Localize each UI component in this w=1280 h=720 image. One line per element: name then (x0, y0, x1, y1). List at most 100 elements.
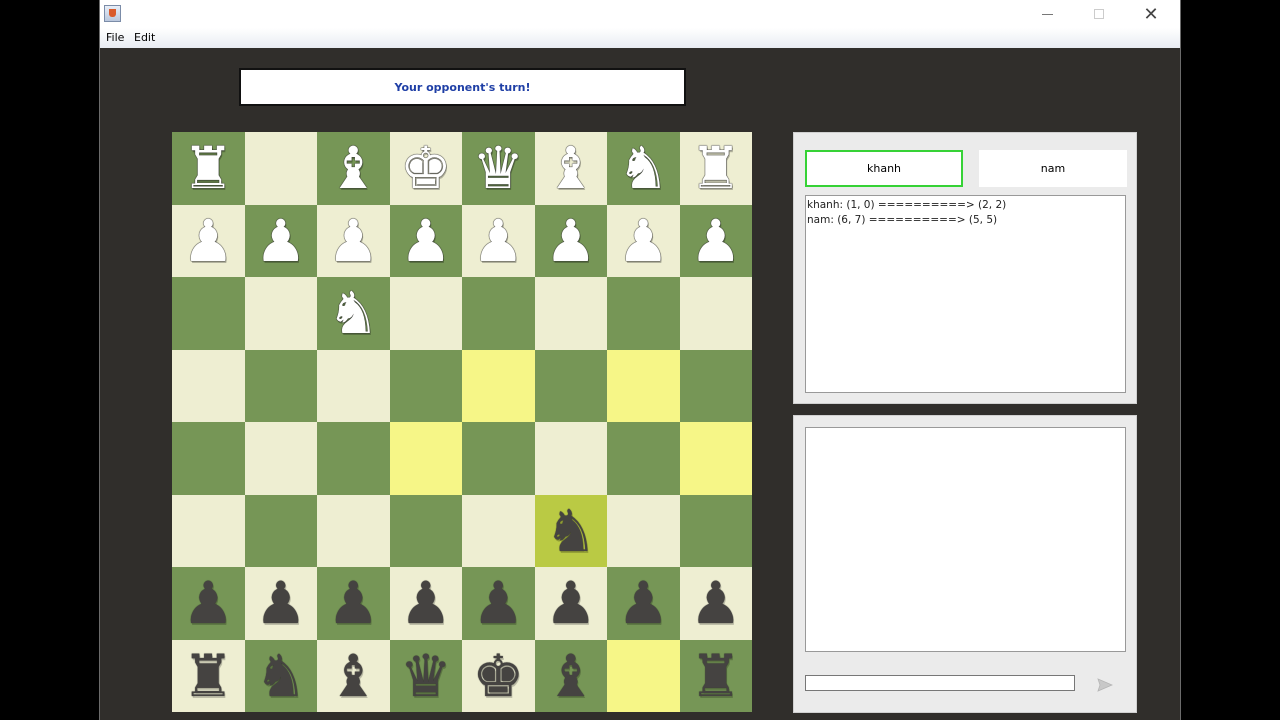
board-square[interactable]: ♞ (607, 132, 680, 205)
player-1-tab[interactable]: khanh (805, 150, 963, 187)
board-square[interactable]: ♜ (172, 132, 245, 205)
white-pawn-icon[interactable]: ♟ (690, 212, 742, 270)
board-square[interactable] (679, 277, 752, 350)
board-square[interactable]: ♛ (389, 639, 462, 712)
board-square[interactable]: ♟ (389, 204, 462, 277)
black-pawn-icon[interactable]: ♟ (690, 574, 742, 632)
black-bishop-icon[interactable]: ♝ (545, 647, 597, 705)
black-rook-icon[interactable]: ♜ (690, 647, 742, 705)
board-square[interactable] (244, 349, 317, 422)
board-square[interactable]: ♝ (317, 132, 390, 205)
board-square[interactable] (172, 277, 245, 350)
board-square[interactable]: ♞ (534, 494, 607, 567)
board-square[interactable]: ♟ (534, 204, 607, 277)
board-square[interactable]: ♜ (172, 639, 245, 712)
black-pawn-icon[interactable]: ♟ (255, 574, 307, 632)
black-bishop-icon[interactable]: ♝ (327, 647, 379, 705)
board-square[interactable]: ♚ (462, 639, 535, 712)
board-square[interactable] (679, 494, 752, 567)
board-square[interactable] (462, 277, 535, 350)
board-square[interactable]: ♞ (244, 639, 317, 712)
board-square[interactable] (244, 422, 317, 495)
board-square[interactable]: ♟ (244, 567, 317, 640)
board-square[interactable] (389, 422, 462, 495)
black-rook-icon[interactable]: ♜ (182, 647, 234, 705)
board-square[interactable]: ♟ (679, 204, 752, 277)
board-square[interactable]: ♟ (607, 204, 680, 277)
board-square[interactable] (389, 494, 462, 567)
board-square[interactable]: ♟ (534, 567, 607, 640)
board-square[interactable] (679, 349, 752, 422)
board-square[interactable]: ♟ (172, 567, 245, 640)
board-square[interactable]: ♝ (317, 639, 390, 712)
board-square[interactable]: ♟ (462, 204, 535, 277)
board-square[interactable] (607, 349, 680, 422)
board-square[interactable] (607, 422, 680, 495)
white-pawn-icon[interactable]: ♟ (472, 212, 524, 270)
board-square[interactable]: ♟ (389, 567, 462, 640)
black-pawn-icon[interactable]: ♟ (182, 574, 234, 632)
board-square[interactable]: ♛ (462, 132, 535, 205)
menu-file[interactable]: File (106, 31, 124, 44)
board-square[interactable] (679, 422, 752, 495)
board-square[interactable]: ♟ (679, 567, 752, 640)
white-pawn-icon[interactable]: ♟ (545, 212, 597, 270)
white-queen-icon[interactable]: ♛ (472, 139, 524, 197)
board-square[interactable]: ♝ (534, 639, 607, 712)
black-pawn-icon[interactable]: ♟ (472, 574, 524, 632)
white-king-icon[interactable]: ♚ (400, 139, 452, 197)
board-square[interactable]: ♜ (679, 132, 752, 205)
black-pawn-icon[interactable]: ♟ (545, 574, 597, 632)
white-pawn-icon[interactable]: ♟ (255, 212, 307, 270)
board-square[interactable]: ♟ (244, 204, 317, 277)
board-square[interactable] (317, 494, 390, 567)
board-square[interactable] (389, 277, 462, 350)
chat-messages[interactable] (805, 427, 1126, 652)
board-square[interactable]: ♝ (534, 132, 607, 205)
board-square[interactable] (534, 349, 607, 422)
white-knight-icon[interactable]: ♞ (617, 139, 669, 197)
board-square[interactable]: ♚ (389, 132, 462, 205)
black-knight-icon[interactable]: ♞ (255, 647, 307, 705)
board-square[interactable] (317, 422, 390, 495)
board-square[interactable] (607, 277, 680, 350)
white-pawn-icon[interactable]: ♟ (327, 212, 379, 270)
board-square[interactable]: ♟ (172, 204, 245, 277)
white-pawn-icon[interactable]: ♟ (182, 212, 234, 270)
board-square[interactable]: ♟ (317, 204, 390, 277)
board-square[interactable]: ♟ (462, 567, 535, 640)
white-pawn-icon[interactable]: ♟ (400, 212, 452, 270)
board-square[interactable] (172, 349, 245, 422)
white-rook-icon[interactable]: ♜ (690, 139, 742, 197)
white-knight-icon[interactable]: ♞ (327, 284, 379, 342)
board-square[interactable] (534, 422, 607, 495)
white-bishop-icon[interactable]: ♝ (327, 139, 379, 197)
white-rook-icon[interactable]: ♜ (182, 139, 234, 197)
close-button[interactable]: ✕ (1128, 0, 1174, 28)
board-square[interactable]: ♞ (317, 277, 390, 350)
board-square[interactable] (172, 422, 245, 495)
board-square[interactable] (244, 277, 317, 350)
board-square[interactable] (534, 277, 607, 350)
black-pawn-icon[interactable]: ♟ (327, 574, 379, 632)
chat-input[interactable] (805, 675, 1075, 691)
board-square[interactable] (607, 494, 680, 567)
board-square[interactable] (462, 349, 535, 422)
send-button[interactable] (1094, 675, 1116, 695)
board-square[interactable] (317, 349, 390, 422)
board-square[interactable] (244, 494, 317, 567)
board-square[interactable]: ♟ (317, 567, 390, 640)
black-pawn-icon[interactable]: ♟ (617, 574, 669, 632)
board-square[interactable] (462, 422, 535, 495)
board-square[interactable]: ♜ (679, 639, 752, 712)
board-square[interactable] (172, 494, 245, 567)
black-king-icon[interactable]: ♚ (472, 647, 524, 705)
board-square[interactable] (462, 494, 535, 567)
board-square[interactable] (244, 132, 317, 205)
white-pawn-icon[interactable]: ♟ (617, 212, 669, 270)
player-2-tab[interactable]: nam (979, 150, 1127, 187)
board-square[interactable] (389, 349, 462, 422)
white-bishop-icon[interactable]: ♝ (545, 139, 597, 197)
minimize-button[interactable] (1024, 0, 1070, 28)
black-pawn-icon[interactable]: ♟ (400, 574, 452, 632)
